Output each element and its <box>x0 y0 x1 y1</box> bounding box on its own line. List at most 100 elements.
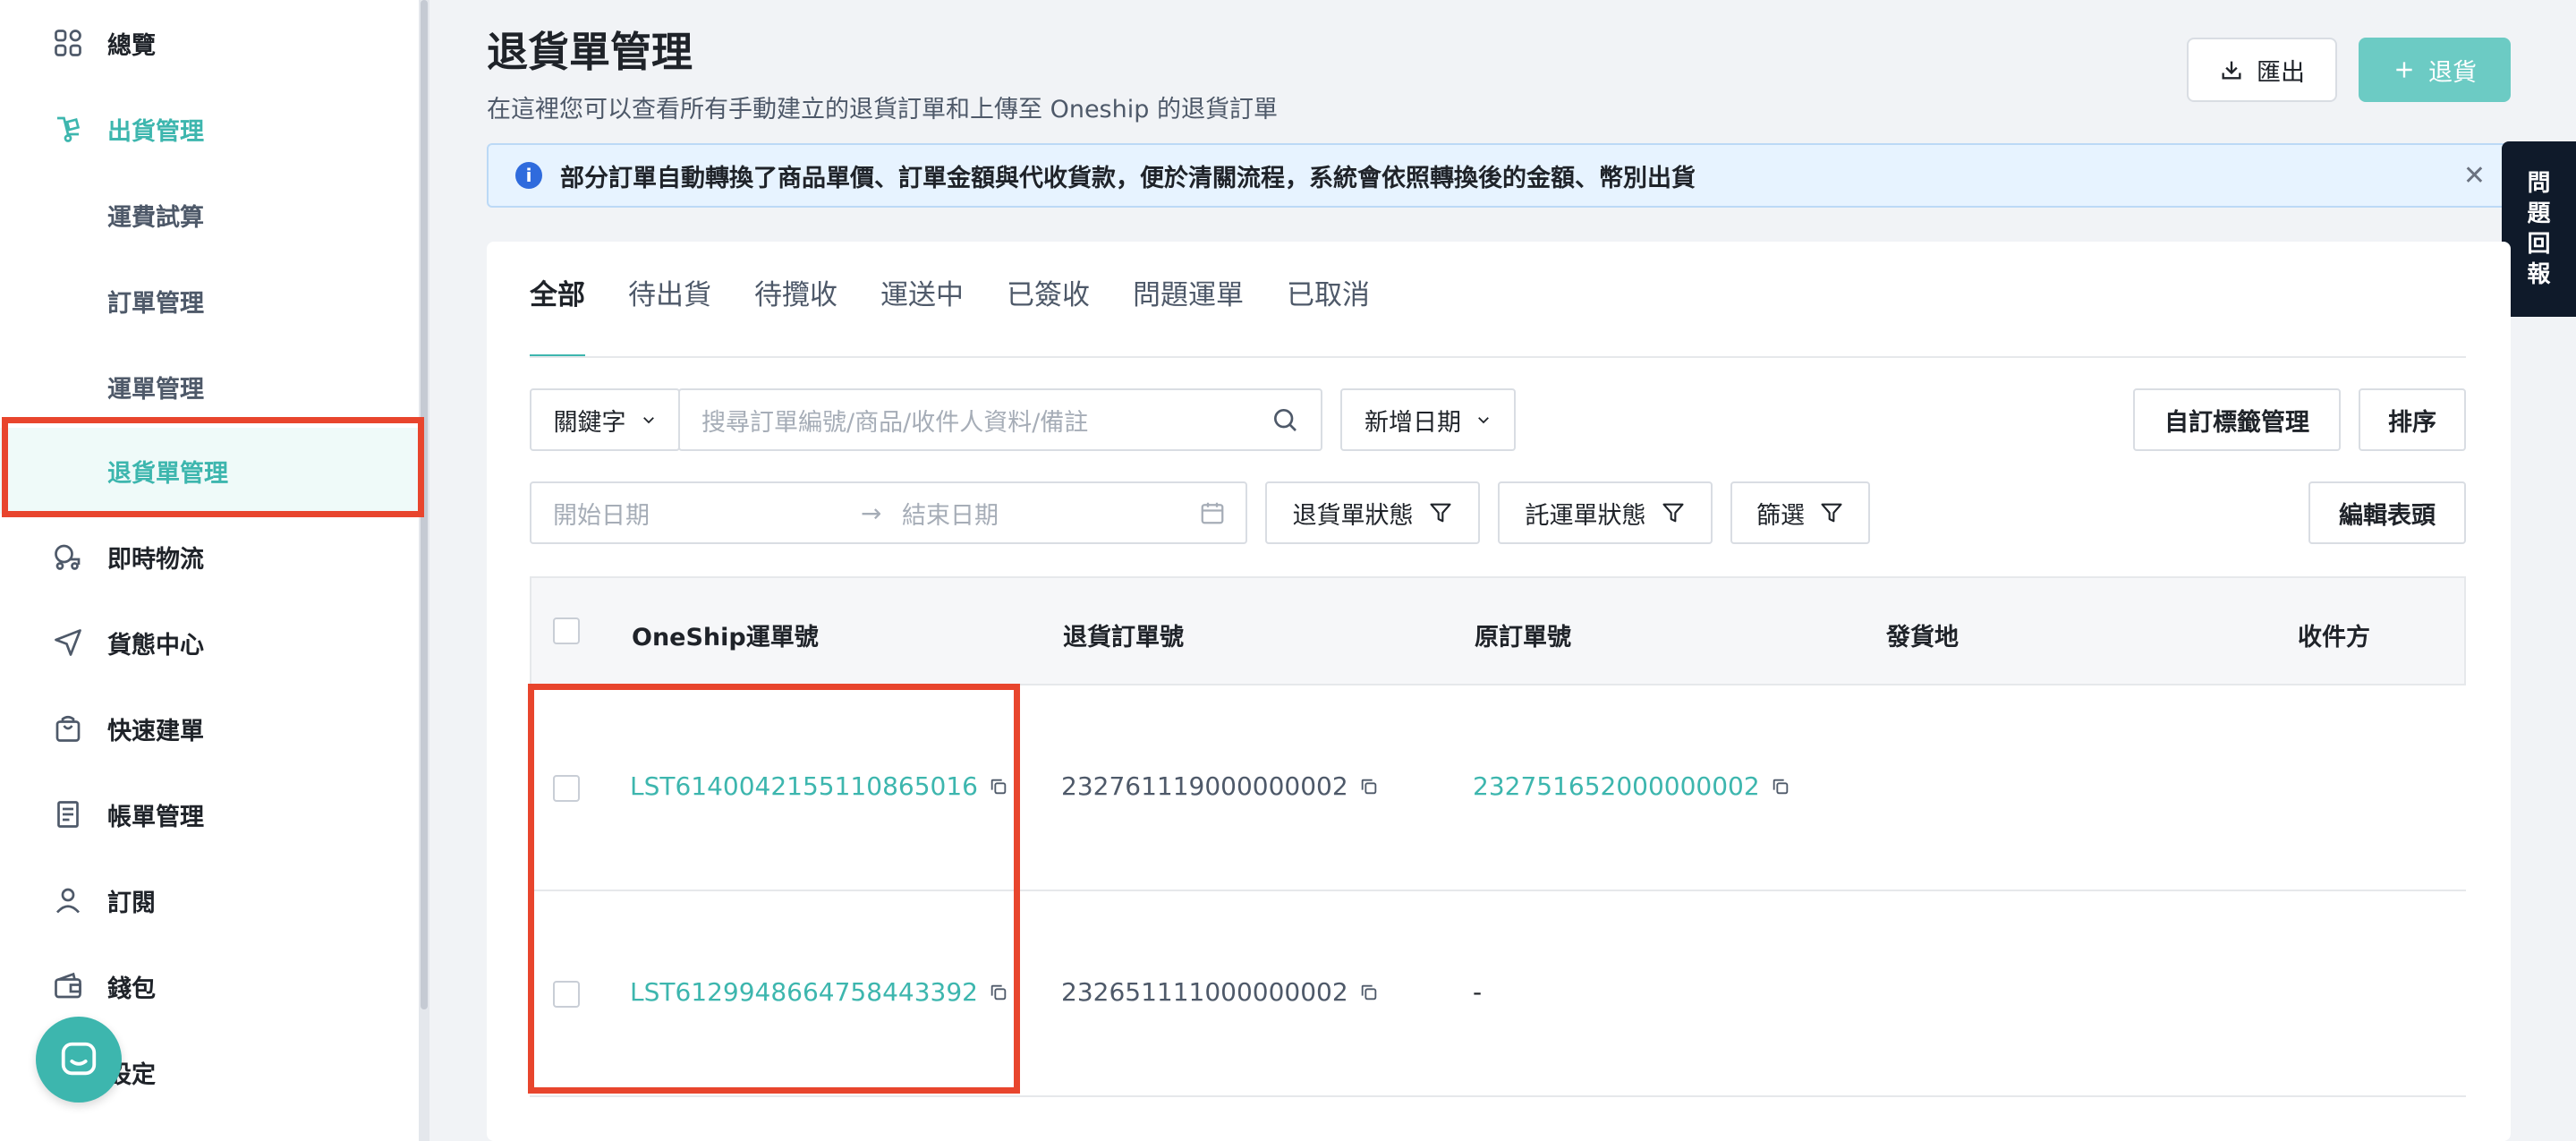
chat-launcher-button[interactable] <box>36 1017 122 1103</box>
copy-icon[interactable] <box>1359 777 1379 796</box>
date-range-picker[interactable]: 開始日期 → 結束日期 <box>530 481 1247 544</box>
sidebar-item-wallet[interactable]: 錢包 <box>0 943 419 1029</box>
close-icon[interactable]: ✕ <box>2463 160 2486 192</box>
feedback-char: 報 <box>2527 261 2551 288</box>
search-input[interactable]: 搜尋訂單編號/商品/收件人資料/備註 <box>678 388 1322 451</box>
tab-in-transit[interactable]: 運送中 <box>880 268 964 358</box>
info-icon: i <box>515 162 542 189</box>
page-title: 退貨單管理 <box>487 28 693 76</box>
date-type-label: 新增日期 <box>1365 408 1461 437</box>
sidebar-item-label: 訂單管理 <box>107 289 204 318</box>
table-header: OneShip運單號 退貨訂單號 原訂單號 發貨地 收件方 <box>530 576 2466 685</box>
feedback-char: 回 <box>2527 231 2551 258</box>
delivery-icon <box>55 544 81 570</box>
end-date-placeholder: 結束日期 <box>902 501 999 530</box>
user-icon <box>55 888 81 914</box>
sidebar-item-label: 即時物流 <box>107 545 204 574</box>
sidebar-item-billing[interactable]: 帳單管理 <box>0 771 419 857</box>
chevron-down-icon <box>1478 417 1489 424</box>
feedback-char: 問 <box>2527 170 2551 197</box>
edit-columns-button[interactable]: 編輯表頭 <box>2308 481 2466 544</box>
download-icon <box>2222 61 2241 80</box>
select-all-checkbox[interactable] <box>553 617 580 644</box>
original-order-link[interactable]: 232751652000000002 <box>1473 771 1760 801</box>
sidebar-item-live-logistics[interactable]: 即時物流 <box>0 514 419 600</box>
page-subtitle: 在這裡您可以查看所有手動建立的退貨訂單和上傳至 Oneship 的退貨訂單 <box>487 96 1278 123</box>
feedback-char: 題 <box>2527 200 2551 227</box>
highlight-box-returns-nav <box>2 417 424 517</box>
arrow-right-icon: → <box>861 498 882 528</box>
filter-icon <box>1821 503 1842 523</box>
chevron-down-icon <box>642 417 654 424</box>
sidebar-item-label: 總覽 <box>107 31 156 60</box>
date-type-select[interactable]: 新增日期 <box>1340 388 1516 451</box>
return-order-number: 232761119000000002 <box>1061 771 1348 801</box>
waybill-status-label: 託運單狀態 <box>1525 501 1646 530</box>
search-placeholder: 搜尋訂單編號/商品/收件人資料/備註 <box>701 408 1089 437</box>
export-label: 匯出 <box>2257 58 2305 87</box>
sidebar-item-label: 訂閱 <box>107 889 156 917</box>
column-header: 收件方 <box>2298 624 2370 651</box>
search-icon <box>1274 409 1297 431</box>
tab-delivered[interactable]: 已簽收 <box>1007 268 1090 358</box>
bill-icon <box>57 801 79 828</box>
tabs-divider <box>530 356 2466 358</box>
sidebar-item-quick-create[interactable]: 快速建單 <box>0 685 419 771</box>
notice-banner: i 部分訂單自動轉換了商品單價、訂單金額與代收貨款，便於清關流程，系統會依照轉換… <box>487 143 2511 208</box>
return-status-filter[interactable]: 退貨單狀態 <box>1265 481 1480 544</box>
original-order-cell: 232751652000000002 <box>1473 771 1790 801</box>
add-return-button[interactable]: 退貨 <box>2359 38 2511 102</box>
sidebar-item-freight-calc[interactable]: 運費試算 <box>0 172 419 258</box>
highlight-box-waybill-column <box>528 684 1020 1094</box>
waybill-status-filter[interactable]: 託運單狀態 <box>1498 481 1713 544</box>
sidebar-item-label: 快速建單 <box>107 717 204 745</box>
shipping-icon <box>57 116 81 142</box>
filter-label: 篩選 <box>1756 501 1805 530</box>
sidebar-item-label: 貨態中心 <box>107 631 204 660</box>
sidebar-item-label: 運費試算 <box>107 203 204 232</box>
wallet-icon <box>55 972 81 999</box>
sidebar-item-label: 出貨管理 <box>107 117 204 146</box>
dashboard-icon <box>55 30 81 56</box>
sidebar-item-label: 帳單管理 <box>107 803 204 831</box>
start-date-placeholder: 開始日期 <box>553 501 650 530</box>
sidebar-item-shipping[interactable]: 出貨管理 <box>0 86 419 172</box>
sidebar: 總覽 出貨管理 運費試算 訂單管理 運單管理 退貨單管理 即時物流 貨態中心 快… <box>0 0 419 1141</box>
sidebar-item-label: 運單管理 <box>107 375 204 404</box>
column-header: OneShip運單號 <box>632 624 819 651</box>
chat-icon <box>61 1042 97 1076</box>
tab-pending-ship[interactable]: 待出貨 <box>628 268 711 358</box>
sidebar-item-label: 錢包 <box>107 975 156 1003</box>
keyword-select[interactable]: 關鍵字 <box>530 388 680 451</box>
plus-icon <box>2396 62 2412 78</box>
return-order-number: 232651111000000002 <box>1061 977 1348 1007</box>
calendar-icon <box>1201 502 1224 524</box>
filter-button[interactable]: 篩選 <box>1730 481 1870 544</box>
sidebar-item-subscription[interactable]: 訂閱 <box>0 857 419 943</box>
keyword-label: 關鍵字 <box>553 408 626 437</box>
status-tabs: 全部 待出貨 待攬收 運送中 已簽收 問題運單 已取消 <box>530 268 1413 358</box>
sidebar-item-orders[interactable]: 訂單管理 <box>0 258 419 344</box>
tab-problem[interactable]: 問題運單 <box>1133 268 1244 358</box>
sidebar-item-tracking[interactable]: 貨態中心 <box>0 600 419 685</box>
column-header: 發貨地 <box>1886 624 1959 651</box>
column-header: 退貨訂單號 <box>1063 624 1184 651</box>
sidebar-item-overview[interactable]: 總覽 <box>0 0 419 86</box>
tab-cancelled[interactable]: 已取消 <box>1287 268 1370 358</box>
tab-all[interactable]: 全部 <box>530 268 585 358</box>
filter-icon <box>1662 503 1684 523</box>
copy-icon[interactable] <box>1771 777 1790 796</box>
sort-button[interactable]: 排序 <box>2359 388 2466 451</box>
add-return-label: 退貨 <box>2428 58 2477 87</box>
copy-icon[interactable] <box>1359 983 1379 1002</box>
return-status-label: 退貨單狀態 <box>1292 501 1414 530</box>
return-order-cell: 232761119000000002 <box>1061 771 1379 801</box>
custom-tag-button[interactable]: 自訂標籤管理 <box>2133 388 2341 451</box>
send-icon <box>55 629 81 656</box>
original-order-cell: - <box>1473 977 1482 1007</box>
export-button[interactable]: 匯出 <box>2187 38 2337 102</box>
feedback-tab[interactable]: 問 題 回 報 <box>2502 141 2576 317</box>
tab-pending-pickup[interactable]: 待攬收 <box>754 268 837 358</box>
column-header: 原訂單號 <box>1475 624 1571 651</box>
bag-icon <box>55 715 81 742</box>
